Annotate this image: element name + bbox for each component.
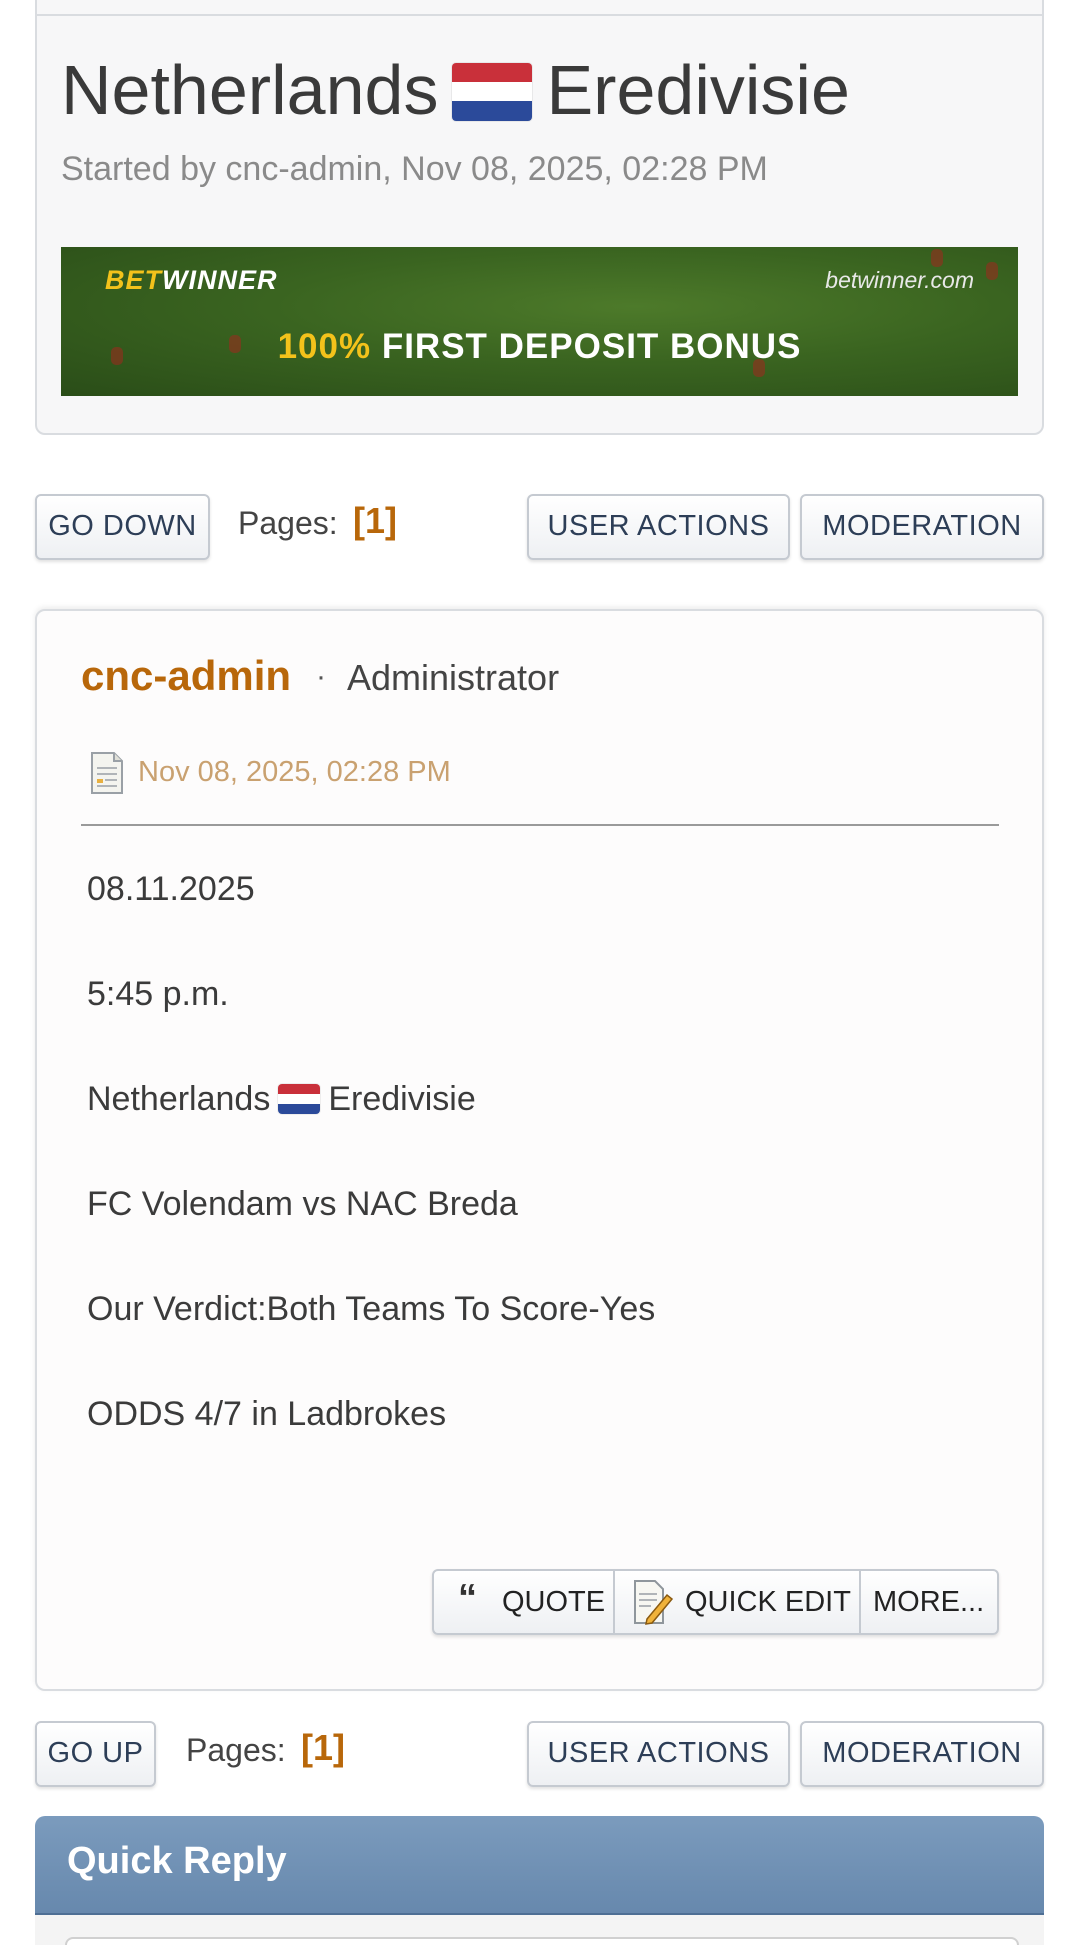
post-date-link[interactable]: Nov 08, 2025, 02:28 PM [138, 756, 451, 789]
page-link-current[interactable]: [1] [353, 500, 397, 542]
user-actions-button[interactable]: USER ACTIONS [527, 494, 790, 560]
quote-button[interactable]: “QUOTE [434, 1571, 615, 1633]
betwinner-ad-banner[interactable]: BETWINNER betwinner.com 100% FIRST DEPOS… [61, 247, 1018, 396]
post-document-icon [91, 752, 123, 794]
banner-brand: BETWINNER [105, 265, 278, 295]
banner-headline: 100% FIRST DEPOSIT BONUS [277, 327, 802, 366]
quick-reply-editor[interactable] [65, 1937, 1019, 1945]
topic-title: Netherlands Eredivisie [61, 50, 850, 130]
quick-edit-button[interactable]: QUICK EDIT [615, 1571, 861, 1633]
quote-icon: “ [458, 1577, 477, 1619]
poster-group: Administrator [347, 657, 560, 698]
netherlands-flag-icon [278, 1084, 321, 1115]
moderation-button[interactable]: MODERATION [800, 1721, 1044, 1787]
poster-separator: · [316, 660, 326, 693]
post-line-odds: ODDS 4/7 in Ladbrokes [87, 1395, 447, 1433]
quick-reply-title: Quick Reply [67, 1840, 287, 1882]
post-line-date: 08.11.2025 [87, 870, 255, 908]
topic-title-country: Netherlands [61, 51, 439, 129]
post-line-league: Netherlands Eredivisie [87, 1080, 476, 1118]
topic-started-by: Started by cnc-admin, Nov 08, 2025, 02:2… [61, 150, 768, 188]
pages-label: Pages: [186, 1732, 286, 1768]
post-line-verdict: Our Verdict:Both Teams To Score-Yes [87, 1290, 656, 1328]
more-button[interactable]: MORE... [861, 1571, 997, 1633]
header-divider [35, 14, 1044, 16]
netherlands-flag-icon [452, 62, 533, 121]
post-line-time: 5:45 p.m. [87, 975, 229, 1013]
go-down-button[interactable]: GO DOWN [35, 494, 210, 560]
post-actions: “QUOTE QUICK EDIT MORE... [432, 1569, 999, 1635]
go-up-button[interactable]: GO UP [35, 1721, 156, 1787]
topic-title-league: Eredivisie [546, 51, 850, 129]
page-link-current[interactable]: [1] [301, 1727, 345, 1769]
pages-label: Pages: [238, 505, 338, 541]
post-divider [81, 824, 999, 826]
moderation-button[interactable]: MODERATION [800, 494, 1044, 560]
edit-document-icon [634, 1580, 673, 1625]
user-actions-button[interactable]: USER ACTIONS [527, 1721, 790, 1787]
page: Netherlands Eredivisie Started by cnc-adm… [0, 0, 1080, 1945]
post-line-match: FC Volendam vs NAC Breda [87, 1185, 518, 1223]
poster-name-link[interactable]: cnc-admin [81, 652, 291, 700]
banner-domain: betwinner.com [825, 267, 974, 293]
